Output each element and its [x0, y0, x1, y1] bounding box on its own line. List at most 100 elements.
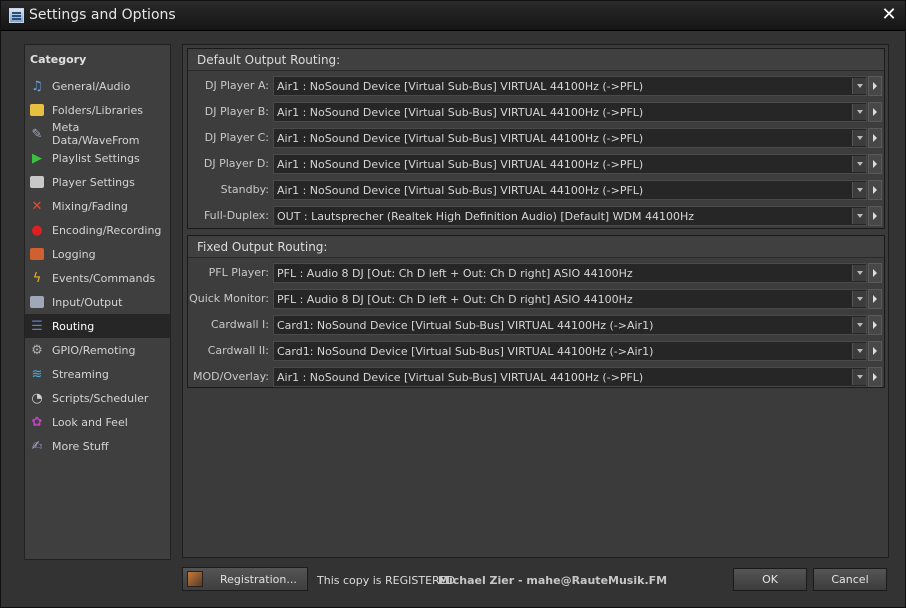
sidebar-item-label: Input/Output	[52, 295, 123, 309]
cardwall-i-device-select[interactable]: Card1: NoSound Device [Virtual Sub-Bus] …	[273, 315, 867, 335]
music-note-icon: ♫	[31, 78, 43, 94]
sidebar-item-general-audio[interactable]: ♫ General/Audio	[25, 74, 170, 98]
sidebar-item-label: Playlist Settings	[52, 151, 140, 165]
group-title-fixed: Fixed Output Routing:	[188, 236, 884, 258]
lightning-icon: ϟ	[32, 270, 42, 286]
sidebar-item-routing[interactable]: ☰ Routing	[25, 314, 170, 338]
sidebar-item-encoding-recording[interactable]: ● Encoding/Recording	[25, 218, 170, 242]
dj-player-a-device-value: Air1 : NoSound Device [Virtual Sub-Bus] …	[277, 80, 644, 93]
fixed-row-quick-monitor: Quick Monitor: PFL : Audio 8 DJ [Out: Ch …	[188, 289, 884, 311]
chevron-down-icon[interactable]	[852, 265, 866, 281]
sidebar-item-events-commands[interactable]: ϟ Events/Commands	[25, 266, 170, 290]
category-heading: Category	[30, 53, 87, 66]
quick-monitor-details-button[interactable]	[868, 289, 882, 309]
dj-player-b-details-button[interactable]	[868, 102, 882, 122]
pfl-player-label: PFL Player:	[208, 266, 269, 279]
footer-bar: Registration... This copy is REGISTERED …	[1, 565, 905, 595]
dj-player-a-label: DJ Player A:	[205, 79, 269, 92]
chevron-down-icon[interactable]	[852, 130, 866, 146]
default-row-dj-player-a: DJ Player A: Air1 : NoSound Device [Virtu…	[188, 76, 884, 98]
title-bar: Settings and Options ✕	[1, 1, 905, 31]
close-icon[interactable]: ✕	[879, 5, 899, 25]
window-title: Settings and Options	[29, 7, 176, 23]
streaming-icon: ≋	[31, 366, 43, 382]
play-icon: ▶	[32, 150, 42, 166]
cardwall-ii-device-value: Card1: NoSound Device [Virtual Sub-Bus] …	[277, 345, 654, 358]
category-sidebar: Category ♫ General/Audio Folders/Libraries…	[24, 44, 171, 560]
dj-player-b-label: DJ Player B:	[204, 105, 269, 118]
chevron-down-icon[interactable]	[852, 208, 866, 224]
sidebar-item-label: Events/Commands	[52, 271, 156, 285]
full-duplex-label: Full-Duplex:	[203, 209, 269, 222]
sidebar-item-logging[interactable]: Logging	[25, 242, 170, 266]
sidebar-item-label: GPIO/Remoting	[52, 343, 136, 357]
tags-icon: ✎	[31, 126, 43, 142]
color-palette-icon: ✿	[31, 414, 43, 430]
sidebar-item-input-output[interactable]: Input/Output	[25, 290, 170, 314]
chevron-down-icon[interactable]	[852, 291, 866, 307]
sidebar-item-streaming[interactable]: ≋ Streaming	[25, 362, 170, 386]
dj-player-a-device-select[interactable]: Air1 : NoSound Device [Virtual Sub-Bus] …	[273, 76, 867, 96]
settings-app-icon	[9, 8, 24, 23]
chevron-down-icon[interactable]	[852, 317, 866, 333]
full-duplex-device-select[interactable]: OUT : Lautsprecher (Realtek High Definit…	[273, 206, 867, 226]
quick-monitor-device-value: PFL : Audio 8 DJ [Out: Ch D left + Out: …	[277, 293, 633, 306]
chevron-down-icon[interactable]	[852, 369, 866, 385]
sidebar-item-scripts-scheduler[interactable]: ◔ Scripts/Scheduler	[25, 386, 170, 410]
standby-details-button[interactable]	[868, 180, 882, 200]
registration-status: This copy is REGISTERED	[317, 574, 456, 587]
folder-icon	[29, 102, 45, 118]
chevron-down-icon[interactable]	[852, 104, 866, 120]
default-row-dj-player-c: DJ Player C: Air1 : NoSound Device [Virtu…	[188, 128, 884, 150]
fixed-row-mod-overlay: MOD/Overlay: Air1 : NoSound Device [Virtu…	[188, 367, 884, 389]
dj-player-d-details-button[interactable]	[868, 154, 882, 174]
dj-player-c-device-select[interactable]: Air1 : NoSound Device [Virtual Sub-Bus] …	[273, 128, 867, 148]
full-duplex-details-button[interactable]	[868, 206, 882, 226]
dj-player-d-device-value: Air1 : NoSound Device [Virtual Sub-Bus] …	[277, 158, 644, 171]
chevron-down-icon[interactable]	[852, 78, 866, 94]
sidebar-item-label: Logging	[52, 247, 96, 261]
sidebar-item-label: Look and Feel	[52, 415, 128, 429]
dj-player-a-details-button[interactable]	[868, 76, 882, 96]
standby-label: Standby:	[220, 183, 269, 196]
sidebar-item-label: More Stuff	[52, 439, 109, 453]
sidebar-item-player-settings[interactable]: Player Settings	[25, 170, 170, 194]
quick-monitor-label: Quick Monitor:	[189, 292, 269, 305]
fixed-row-cardwall-i: Cardwall I: Card1: NoSound Device [Virtua…	[188, 315, 884, 337]
sidebar-item-mixing-fading[interactable]: ✕ Mixing/Fading	[25, 194, 170, 218]
mod-overlay-device-value: Air1 : NoSound Device [Virtual Sub-Bus] …	[277, 371, 644, 384]
registration-icon	[187, 571, 203, 587]
cardwall-i-details-button[interactable]	[868, 315, 882, 335]
cancel-button[interactable]: Cancel	[813, 568, 887, 591]
default-row-dj-player-d: DJ Player D: Air1 : NoSound Device [Virtu…	[188, 154, 884, 176]
sidebar-item-look-and-feel[interactable]: ✿ Look and Feel	[25, 410, 170, 434]
sidebar-item-gpio-remoting[interactable]: ⚙ GPIO/Remoting	[25, 338, 170, 362]
dj-player-b-device-value: Air1 : NoSound Device [Virtual Sub-Bus] …	[277, 106, 644, 119]
dj-player-d-device-select[interactable]: Air1 : NoSound Device [Virtual Sub-Bus] …	[273, 154, 867, 174]
pfl-player-device-select[interactable]: PFL : Audio 8 DJ [Out: Ch D left + Out: …	[273, 263, 867, 283]
cardwall-ii-details-button[interactable]	[868, 341, 882, 361]
quick-monitor-device-select[interactable]: PFL : Audio 8 DJ [Out: Ch D left + Out: …	[273, 289, 867, 309]
sidebar-item-playlist-settings[interactable]: ▶ Playlist Settings	[25, 146, 170, 170]
sidebar-item-label: Folders/Libraries	[52, 103, 143, 117]
sidebar-item-meta-data-wavefrom[interactable]: ✎ Meta Data/WaveFrom	[25, 121, 170, 147]
fixed-output-routing-group: Fixed Output Routing: PFL Player: PFL : A…	[187, 235, 885, 388]
chevron-down-icon[interactable]	[852, 156, 866, 172]
dj-player-b-device-select[interactable]: Air1 : NoSound Device [Virtual Sub-Bus] …	[273, 102, 867, 122]
mod-overlay-device-select[interactable]: Air1 : NoSound Device [Virtual Sub-Bus] …	[273, 367, 867, 387]
registration-button[interactable]: Registration...	[182, 567, 308, 591]
pfl-player-details-button[interactable]	[868, 263, 882, 283]
io-port-icon	[29, 294, 45, 310]
sidebar-item-folders-libraries[interactable]: Folders/Libraries	[25, 98, 170, 122]
chevron-down-icon[interactable]	[852, 343, 866, 359]
clock-icon: ◔	[31, 390, 43, 406]
default-row-dj-player-b: DJ Player B: Air1 : NoSound Device [Virtu…	[188, 102, 884, 124]
standby-device-select[interactable]: Air1 : NoSound Device [Virtual Sub-Bus] …	[273, 180, 867, 200]
sidebar-item-more-stuff[interactable]: ✍ More Stuff	[25, 434, 170, 458]
mod-overlay-details-button[interactable]	[868, 367, 882, 387]
chevron-down-icon[interactable]	[852, 182, 866, 198]
cardwall-ii-device-select[interactable]: Card1: NoSound Device [Virtual Sub-Bus] …	[273, 341, 867, 361]
sidebar-item-label: Streaming	[52, 367, 109, 381]
dj-player-c-details-button[interactable]	[868, 128, 882, 148]
ok-button[interactable]: OK	[733, 568, 807, 591]
